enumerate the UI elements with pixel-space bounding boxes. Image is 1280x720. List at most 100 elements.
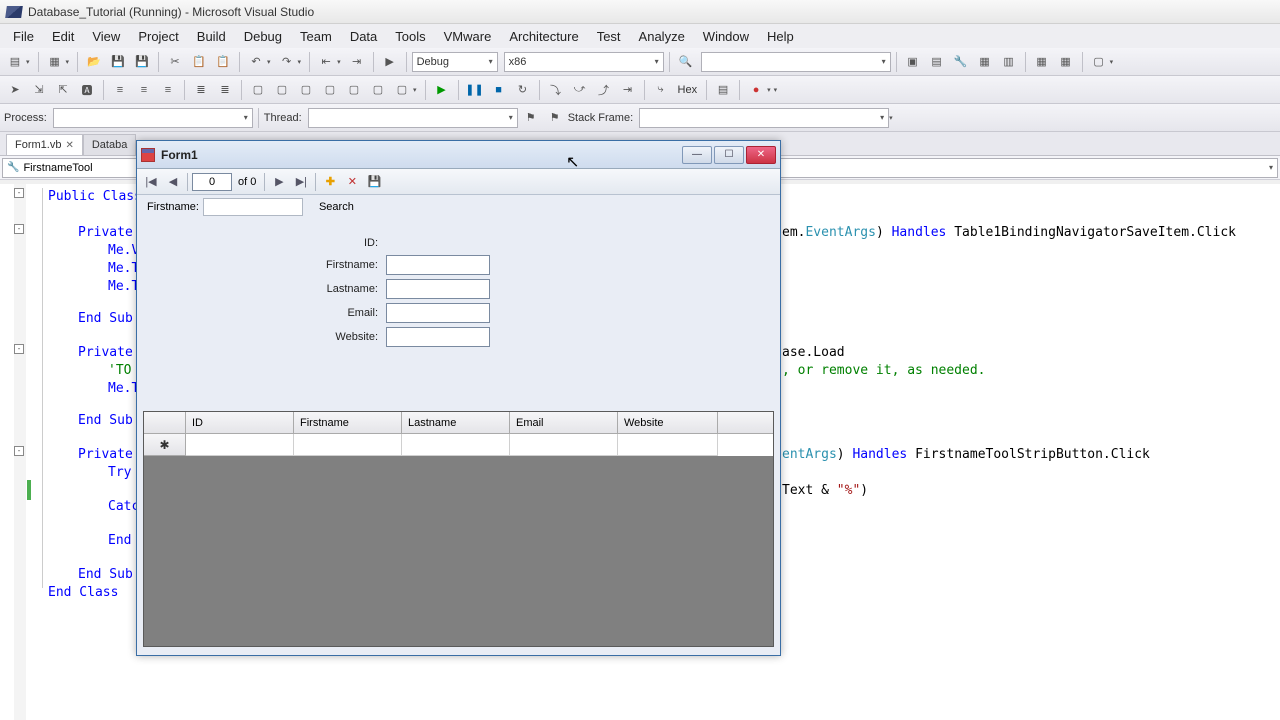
undo-icon[interactable]: ↶: [245, 51, 267, 73]
move-previous-icon[interactable]: ◀: [163, 172, 183, 192]
dgv-new-row[interactable]: ✱: [144, 434, 773, 456]
menu-debug[interactable]: Debug: [235, 26, 291, 47]
dgv-cell[interactable]: [186, 434, 294, 456]
bookmark-icon-7[interactable]: ▢: [391, 79, 413, 101]
close-icon[interactable]: ✕: [65, 140, 73, 151]
search-firstname-input[interactable]: [203, 198, 303, 216]
breakpoints-dropdown[interactable]: ▾: [767, 86, 771, 94]
menu-edit[interactable]: Edit: [43, 26, 83, 47]
thread-filter-icon[interactable]: ⚑: [544, 107, 566, 129]
search-button[interactable]: Search: [319, 201, 354, 213]
bookmark-icon-4[interactable]: ▢: [319, 79, 341, 101]
other-windows-icon[interactable]: ▦: [1055, 51, 1077, 73]
process-combo[interactable]: ▾: [53, 108, 253, 128]
continue-icon[interactable]: ▶: [431, 79, 453, 101]
breakpoints-window-icon[interactable]: ●: [745, 79, 767, 101]
menu-view[interactable]: View: [83, 26, 129, 47]
position-input[interactable]: [192, 173, 232, 191]
stop-icon[interactable]: ■: [488, 79, 510, 101]
close-button[interactable]: ✕: [746, 146, 776, 164]
save-icon[interactable]: 💾: [107, 51, 129, 73]
pointer-icon[interactable]: ➤: [4, 79, 26, 101]
step-icon-2[interactable]: ⇱: [52, 79, 74, 101]
move-last-icon[interactable]: ▶|: [291, 172, 311, 192]
navigate-back-icon[interactable]: ⇤: [315, 51, 337, 73]
paste-icon[interactable]: 📋: [212, 51, 234, 73]
window-layout-icon[interactable]: ▢: [1088, 51, 1110, 73]
indent-icon[interactable]: ≡: [109, 79, 131, 101]
delete-icon[interactable]: ✕: [342, 172, 362, 192]
dgv-col-lastname[interactable]: Lastname: [402, 412, 510, 434]
collapse-toggle[interactable]: -: [14, 344, 24, 354]
outdent-icon[interactable]: ≡: [133, 79, 155, 101]
menu-vmware[interactable]: VMware: [435, 26, 501, 47]
solution-platform-combo[interactable]: x86 ▾: [504, 52, 664, 72]
collapse-toggle[interactable]: -: [14, 224, 24, 234]
team-explorer-icon[interactable]: ▦: [974, 51, 996, 73]
tab-database[interactable]: Databa: [83, 134, 136, 155]
dgv-col-website[interactable]: Website: [618, 412, 718, 434]
step-icon-1[interactable]: ⇲: [28, 79, 50, 101]
find-icon[interactable]: 🔍: [675, 51, 697, 73]
redo-dropdown[interactable]: ▾: [298, 58, 302, 66]
bookmark-icon[interactable]: ▢: [247, 79, 269, 101]
step-into-icon[interactable]: ⤵: [545, 79, 567, 101]
menu-analyze[interactable]: Analyze: [630, 26, 694, 47]
step-over-icon[interactable]: ⤻: [569, 79, 591, 101]
undo-dropdown[interactable]: ▾: [267, 58, 271, 66]
add-item-icon[interactable]: ▦: [44, 51, 66, 73]
show-next-icon[interactable]: ⤷: [650, 79, 672, 101]
toolbar-overflow[interactable]: ▾: [413, 86, 417, 94]
dgv-col-id[interactable]: ID: [186, 412, 294, 434]
start-page-icon[interactable]: ▥: [998, 51, 1020, 73]
save-icon[interactable]: 💾: [364, 172, 384, 192]
menu-file[interactable]: File: [4, 26, 43, 47]
extension-manager-icon[interactable]: ▦: [1031, 51, 1053, 73]
redo-icon[interactable]: ↷: [276, 51, 298, 73]
website-input[interactable]: [386, 327, 490, 347]
collapse-toggle[interactable]: -: [14, 446, 24, 456]
solution-explorer-icon[interactable]: ▣: [902, 51, 924, 73]
dgv-corner[interactable]: [144, 412, 186, 434]
dgv-cell[interactable]: [402, 434, 510, 456]
format-icon[interactable]: ≣: [190, 79, 212, 101]
find-combo[interactable]: ▾: [701, 52, 891, 72]
new-project-dropdown[interactable]: ▾: [26, 58, 30, 66]
collapse-toggle[interactable]: -: [14, 188, 24, 198]
copy-icon[interactable]: 📋: [188, 51, 210, 73]
new-project-icon[interactable]: ▤: [4, 51, 26, 73]
menu-build[interactable]: Build: [188, 26, 235, 47]
toolbar-overflow-2[interactable]: ▾: [774, 86, 778, 94]
restart-icon[interactable]: ↻: [512, 79, 534, 101]
dgv-cell[interactable]: [510, 434, 618, 456]
navigate-forward-icon[interactable]: ⇥: [346, 51, 368, 73]
tab-form1vb[interactable]: Form1.vb ✕: [6, 134, 83, 155]
dgv-col-email[interactable]: Email: [510, 412, 618, 434]
form1-titlebar[interactable]: Form1 — ☐ ✕: [137, 141, 780, 169]
navigate-back-dropdown[interactable]: ▾: [337, 58, 341, 66]
stackframe-combo[interactable]: ▾: [639, 108, 889, 128]
toolbox-icon[interactable]: 🔧: [950, 51, 972, 73]
datagridview[interactable]: ID Firstname Lastname Email Website ✱: [143, 411, 774, 647]
run-to-cursor-icon[interactable]: ⇥: [617, 79, 639, 101]
menu-help[interactable]: Help: [758, 26, 803, 47]
open-file-icon[interactable]: 📂: [83, 51, 105, 73]
step-out-icon[interactable]: ⤴: [593, 79, 615, 101]
cut-icon[interactable]: ✂: [164, 51, 186, 73]
format-icon-2[interactable]: ≣: [214, 79, 236, 101]
comment-icon[interactable]: ≡: [157, 79, 179, 101]
bookmark-icon-3[interactable]: ▢: [295, 79, 317, 101]
breakpoint-icon[interactable]: 🅰: [76, 79, 98, 101]
add-new-icon[interactable]: ✚: [320, 172, 340, 192]
email-input[interactable]: [386, 303, 490, 323]
bookmark-icon-5[interactable]: ▢: [343, 79, 365, 101]
bookmark-icon-6[interactable]: ▢: [367, 79, 389, 101]
menu-data[interactable]: Data: [341, 26, 386, 47]
dgv-col-firstname[interactable]: Firstname: [294, 412, 402, 434]
dgv-cell[interactable]: [294, 434, 402, 456]
menu-architecture[interactable]: Architecture: [500, 26, 587, 47]
bookmark-icon-2[interactable]: ▢: [271, 79, 293, 101]
menu-test[interactable]: Test: [588, 26, 630, 47]
toolbar-overflow-3[interactable]: ▾: [889, 114, 893, 122]
dgv-cell[interactable]: [618, 434, 718, 456]
